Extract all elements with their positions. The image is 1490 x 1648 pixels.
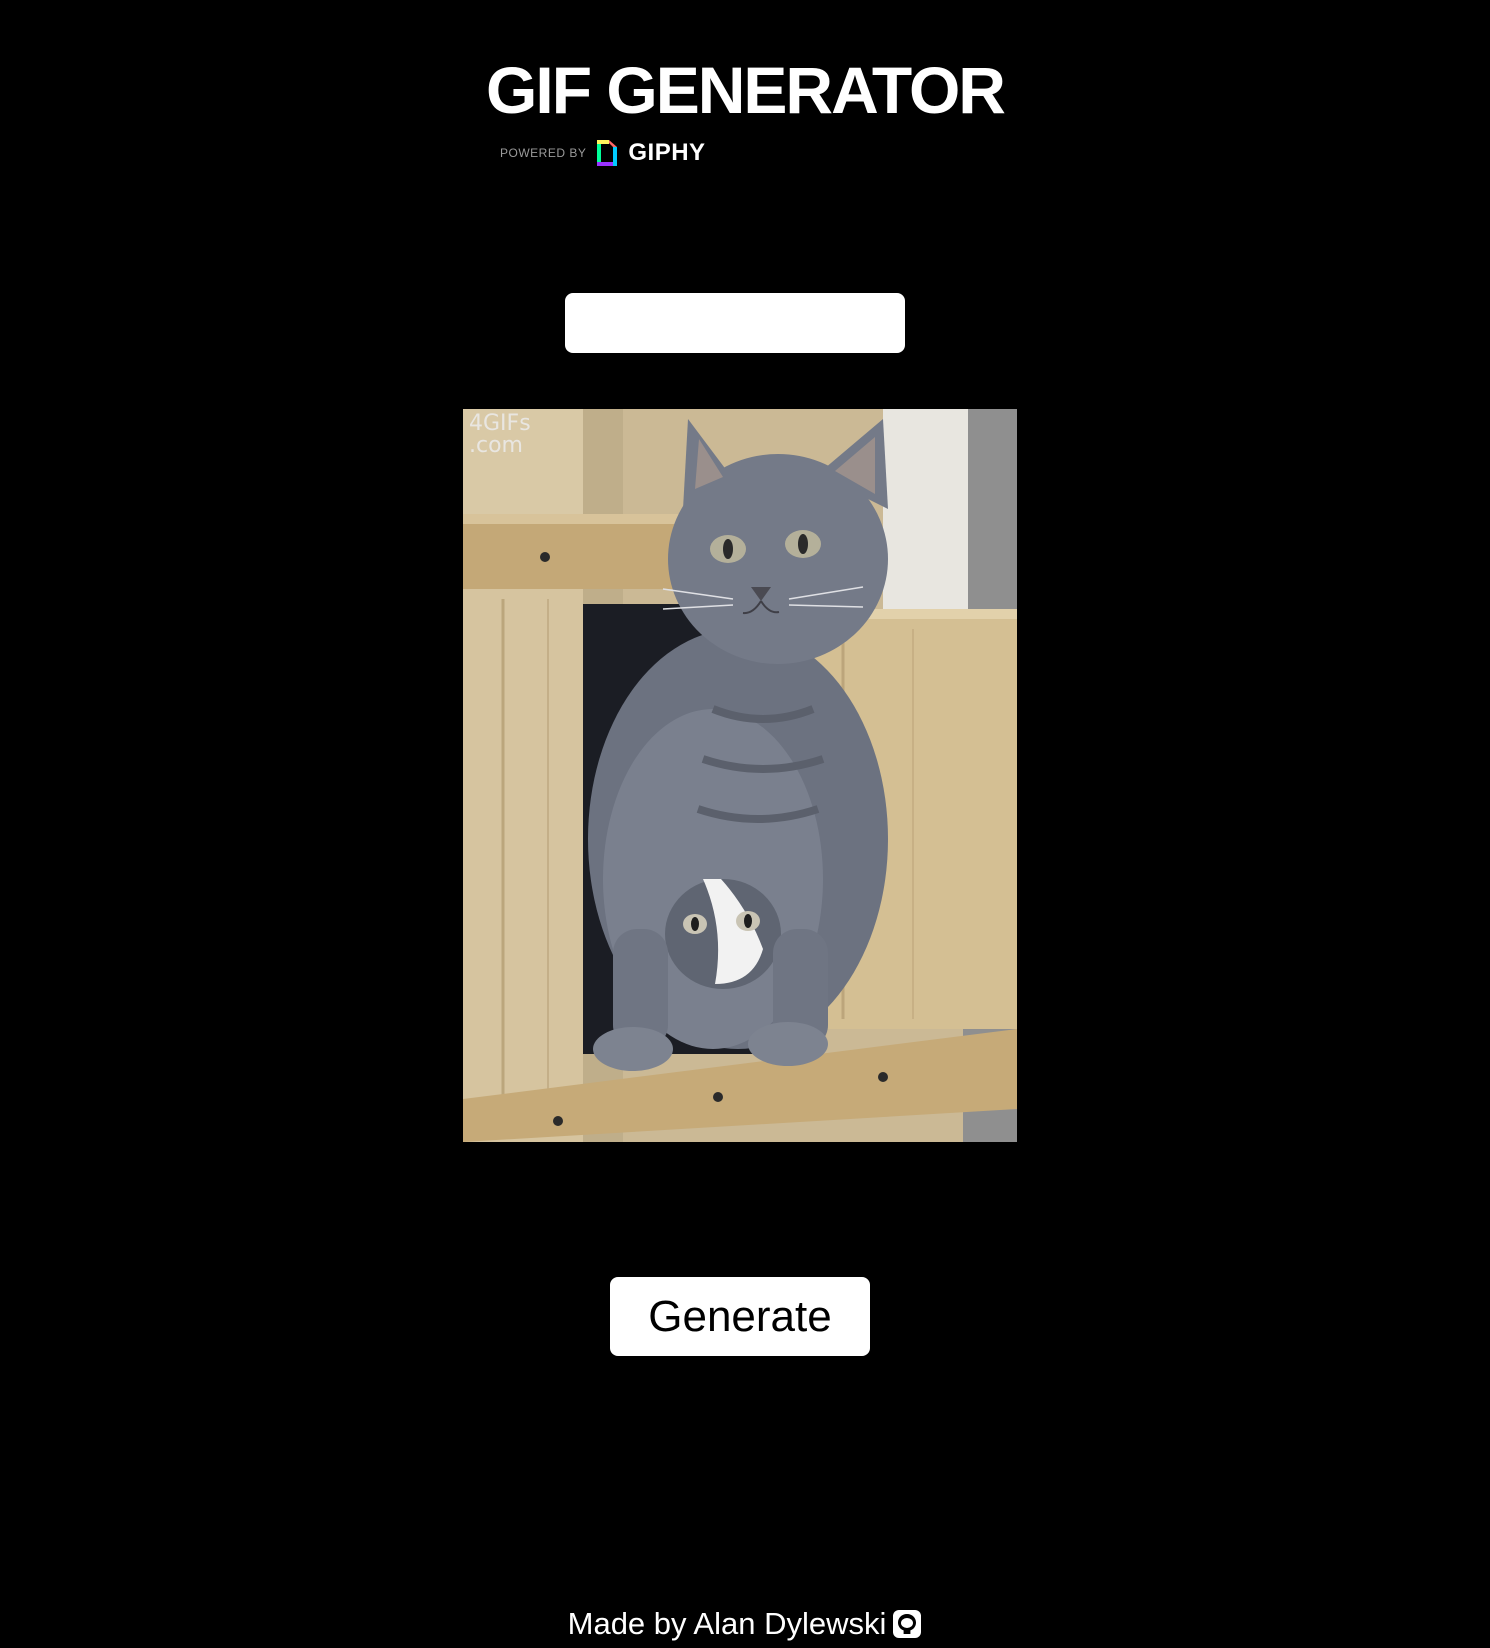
gif-image: 4GIFs .com [463, 409, 1017, 1142]
github-icon[interactable] [892, 1609, 922, 1639]
footer-credit: Made by Alan Dylewski [567, 1606, 887, 1641]
giphy-wordmark: GIPHY [628, 139, 706, 166]
powered-by-giphy: POWERED BY GIPHY [500, 136, 706, 170]
generate-button[interactable]: Generate [610, 1277, 870, 1356]
footer: Made by Alan Dylewski [0, 1604, 1490, 1644]
gif-watermark: 4GIFs .com [469, 411, 531, 458]
search-input[interactable] [565, 293, 905, 353]
giphy-logo-icon [594, 138, 620, 168]
cat-gif-illustration [463, 409, 1017, 1142]
page-title: GIF GENERATOR [486, 53, 1006, 127]
powered-by-label: POWERED BY [500, 146, 587, 160]
page: GIF GENERATOR POWERED BY GIPHY 4GIFs .co… [0, 0, 1490, 1648]
